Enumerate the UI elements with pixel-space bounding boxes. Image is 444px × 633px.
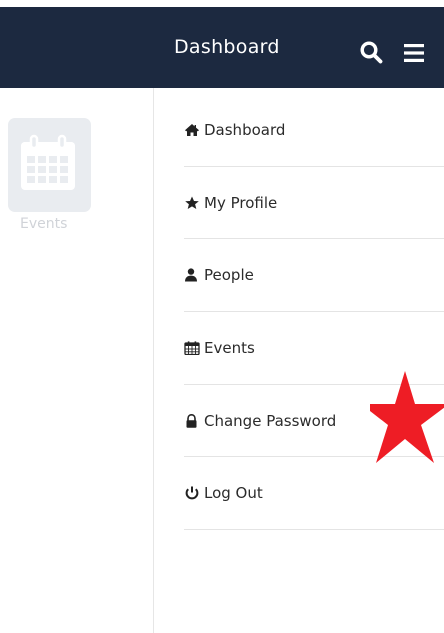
hamburger-menu-button[interactable] — [403, 43, 425, 63]
menu-item-log-out[interactable]: Log Out — [184, 457, 444, 531]
lock-icon — [186, 413, 197, 428]
menu-item-label: People — [204, 266, 254, 285]
search-button[interactable] — [359, 40, 383, 64]
panel-divider — [153, 88, 154, 633]
red-star-marker — [370, 371, 444, 463]
menu-item-label: Log Out — [204, 484, 263, 503]
power-icon — [185, 486, 199, 500]
menu-item-label: My Profile — [204, 193, 278, 212]
menu-item-label: Dashboard — [204, 120, 286, 139]
menu-item-dashboard[interactable]: Dashboard — [184, 94, 444, 167]
menu-item-label: Change Password — [204, 411, 337, 430]
hamburger-menu-icon — [404, 44, 424, 62]
calendar-icon — [184, 341, 200, 355]
star-icon — [185, 196, 199, 209]
user-icon — [185, 268, 197, 282]
top-bar: Dashboard — [0, 0, 444, 88]
nav-menu: Dashboard My Profile People Events Chang… — [184, 94, 444, 531]
search-icon — [360, 41, 383, 64]
events-tile-label: Events — [20, 216, 68, 232]
home-icon — [185, 123, 199, 136]
menu-item-my-profile[interactable]: My Profile — [184, 167, 444, 240]
page-title: Dashboard — [174, 36, 280, 58]
menu-item-people[interactable]: People — [184, 239, 444, 313]
menu-item-label: Events — [204, 338, 255, 357]
calendar-icon — [21, 134, 75, 190]
events-tile[interactable] — [8, 118, 91, 212]
